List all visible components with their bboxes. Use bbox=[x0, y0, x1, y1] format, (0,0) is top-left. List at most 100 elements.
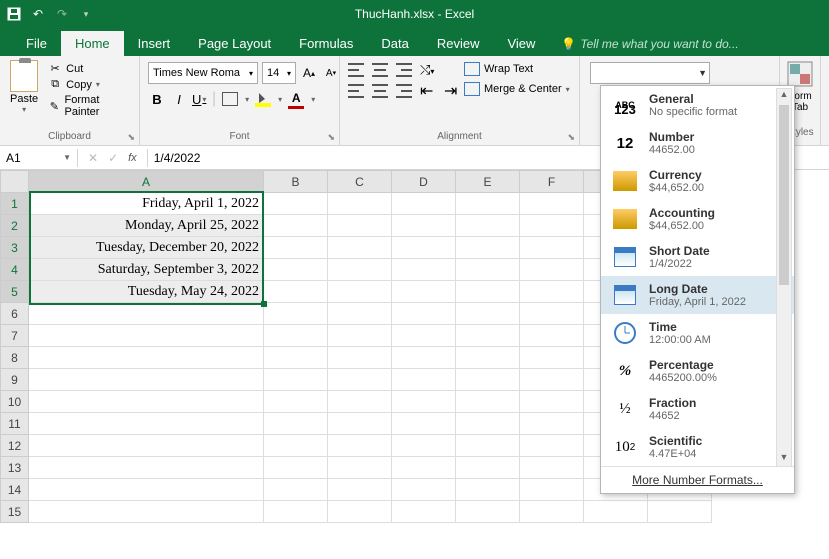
cell[interactable] bbox=[328, 391, 392, 413]
align-middle-button[interactable] bbox=[372, 63, 388, 77]
cell[interactable] bbox=[328, 237, 392, 259]
cell[interactable] bbox=[392, 435, 456, 457]
scroll-thumb[interactable] bbox=[779, 105, 789, 285]
tell-me-search[interactable]: 💡Tell me what you want to do... bbox=[561, 32, 738, 56]
bold-button[interactable]: B bbox=[148, 92, 166, 107]
cell[interactable] bbox=[29, 435, 264, 457]
cell[interactable] bbox=[29, 457, 264, 479]
row-header[interactable]: 13 bbox=[1, 457, 29, 479]
tab-review[interactable]: Review bbox=[423, 31, 494, 56]
tab-data[interactable]: Data bbox=[367, 31, 422, 56]
col-header[interactable]: C bbox=[328, 171, 392, 193]
cell[interactable] bbox=[264, 259, 328, 281]
row-header[interactable]: 3 bbox=[1, 237, 29, 259]
cell[interactable] bbox=[520, 347, 584, 369]
format-general[interactable]: 123GeneralNo specific format bbox=[601, 86, 794, 124]
more-number-formats[interactable]: More Number Formats... bbox=[601, 466, 794, 493]
cell[interactable]: Tuesday, December 20, 2022 bbox=[29, 237, 264, 259]
cell[interactable] bbox=[29, 391, 264, 413]
increase-font-button[interactable]: A▴ bbox=[300, 62, 318, 84]
cell[interactable] bbox=[264, 479, 328, 501]
orientation-button[interactable]: ⤭▾ bbox=[420, 62, 436, 78]
cell[interactable] bbox=[264, 347, 328, 369]
copy-button[interactable]: ⧉Copy ▾ bbox=[48, 78, 129, 91]
cell[interactable]: Tuesday, May 24, 2022 bbox=[29, 281, 264, 303]
cell[interactable] bbox=[520, 369, 584, 391]
cell[interactable] bbox=[328, 457, 392, 479]
cell[interactable]: Friday, April 1, 2022 bbox=[29, 193, 264, 215]
font-size-select[interactable]: 14▾ bbox=[262, 62, 296, 84]
cell[interactable] bbox=[328, 281, 392, 303]
format-fraction[interactable]: ½Fraction44652 bbox=[601, 390, 794, 428]
cell[interactable] bbox=[520, 281, 584, 303]
cell[interactable] bbox=[29, 325, 264, 347]
align-center-button[interactable] bbox=[372, 84, 388, 98]
cell[interactable] bbox=[520, 325, 584, 347]
scroll-down-icon[interactable]: ▼ bbox=[777, 452, 791, 466]
cell[interactable] bbox=[392, 193, 456, 215]
format-percentage[interactable]: %Percentage4465200.00% bbox=[601, 352, 794, 390]
format-time[interactable]: Time12:00:00 AM bbox=[601, 314, 794, 352]
cell[interactable]: Saturday, September 3, 2022 bbox=[29, 259, 264, 281]
cancel-formula-icon[interactable]: ✕ bbox=[88, 151, 98, 165]
format-accounting[interactable]: Accounting$44,652.00 bbox=[601, 200, 794, 238]
cell[interactable] bbox=[456, 303, 520, 325]
col-header[interactable]: E bbox=[456, 171, 520, 193]
cell[interactable] bbox=[392, 369, 456, 391]
font-color-button[interactable]: A bbox=[288, 91, 304, 107]
save-icon[interactable] bbox=[6, 6, 22, 22]
align-top-button[interactable] bbox=[348, 63, 364, 77]
row-header[interactable]: 9 bbox=[1, 369, 29, 391]
cell[interactable] bbox=[456, 479, 520, 501]
format-scientific[interactable]: 102Scientific4.47E+04 bbox=[601, 428, 794, 466]
fill-color-button[interactable] bbox=[255, 91, 271, 107]
format-painter-button[interactable]: ✎Format Painter bbox=[48, 94, 129, 118]
increase-indent-button[interactable]: ⇥ bbox=[444, 84, 460, 98]
cell[interactable] bbox=[328, 303, 392, 325]
cell[interactable] bbox=[520, 303, 584, 325]
cell[interactable] bbox=[520, 413, 584, 435]
cell[interactable] bbox=[29, 479, 264, 501]
cell[interactable] bbox=[392, 457, 456, 479]
clipboard-launcher[interactable]: ⬊ bbox=[127, 132, 135, 143]
merge-center-button[interactable]: Merge & Center ▾ bbox=[464, 82, 570, 96]
row-header[interactable]: 14 bbox=[1, 479, 29, 501]
cell[interactable] bbox=[392, 501, 456, 523]
cell[interactable] bbox=[264, 215, 328, 237]
enter-formula-icon[interactable]: ✓ bbox=[108, 151, 118, 165]
cell[interactable] bbox=[264, 457, 328, 479]
borders-button[interactable] bbox=[222, 92, 238, 106]
redo-icon[interactable]: ↷ bbox=[54, 6, 70, 22]
cell[interactable] bbox=[456, 193, 520, 215]
cell[interactable] bbox=[648, 501, 712, 523]
decrease-indent-button[interactable]: ⇤ bbox=[420, 84, 436, 98]
cell[interactable] bbox=[456, 325, 520, 347]
cut-button[interactable]: ✂Cut bbox=[48, 62, 129, 75]
cell[interactable] bbox=[29, 369, 264, 391]
decrease-font-button[interactable]: A▾ bbox=[322, 62, 340, 84]
cell[interactable] bbox=[520, 193, 584, 215]
italic-button[interactable]: I bbox=[172, 92, 186, 107]
row-header[interactable]: 11 bbox=[1, 413, 29, 435]
cell[interactable] bbox=[392, 391, 456, 413]
cell[interactable] bbox=[520, 479, 584, 501]
row-header[interactable]: 8 bbox=[1, 347, 29, 369]
format-shortdate[interactable]: Short Date1/4/2022 bbox=[601, 238, 794, 276]
cell[interactable] bbox=[392, 325, 456, 347]
cell[interactable] bbox=[328, 259, 392, 281]
dropdown-scrollbar[interactable]: ▲ ▼ bbox=[776, 88, 792, 467]
cell[interactable] bbox=[328, 369, 392, 391]
format-longdate[interactable]: Long DateFriday, April 1, 2022 bbox=[601, 276, 794, 314]
cell[interactable] bbox=[456, 435, 520, 457]
cell[interactable] bbox=[264, 237, 328, 259]
cell[interactable] bbox=[456, 281, 520, 303]
cell[interactable] bbox=[328, 325, 392, 347]
cell[interactable] bbox=[392, 259, 456, 281]
row-header[interactable]: 10 bbox=[1, 391, 29, 413]
cell[interactable] bbox=[29, 347, 264, 369]
cell[interactable] bbox=[264, 281, 328, 303]
fx-icon[interactable]: fx bbox=[128, 152, 137, 164]
cell[interactable] bbox=[456, 501, 520, 523]
cell[interactable] bbox=[456, 457, 520, 479]
cell[interactable] bbox=[520, 237, 584, 259]
